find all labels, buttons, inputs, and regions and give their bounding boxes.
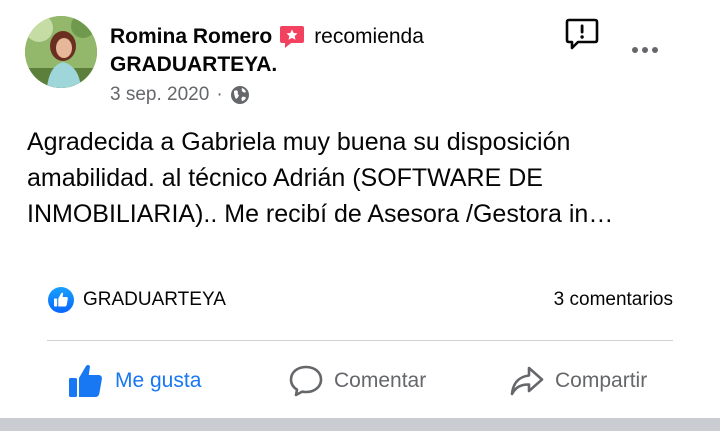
like-badge-icon xyxy=(47,286,75,314)
report-icon xyxy=(565,18,599,50)
recommends-label: recomienda xyxy=(314,25,424,48)
avatar-image xyxy=(25,16,97,88)
share-icon xyxy=(510,366,544,396)
post-body-text: Agradecida a Gabriela muy buena su dispo… xyxy=(27,128,614,228)
divider xyxy=(47,340,673,341)
reactions-liked-by: GRADUARTEYA xyxy=(83,289,226,310)
author-name[interactable]: Romina Romero xyxy=(110,25,272,49)
share-button[interactable]: Compartir xyxy=(509,360,647,402)
meta-separator: · xyxy=(216,84,223,105)
comment-label: Comentar xyxy=(334,369,427,392)
recommend-icon xyxy=(279,24,305,50)
post-date[interactable]: 3 sep. 2020 xyxy=(110,84,209,106)
share-label: Compartir xyxy=(555,369,648,392)
more-options-button[interactable] xyxy=(628,40,662,60)
reactions-summary[interactable]: GRADUARTEYA xyxy=(47,286,226,314)
avatar[interactable] xyxy=(25,16,97,88)
like-label: Me gusta xyxy=(115,369,202,392)
comment-button[interactable]: Comentar xyxy=(288,360,426,402)
feed-separator xyxy=(0,418,720,431)
more-icon xyxy=(632,47,658,53)
comments-count[interactable]: 3 comentarios xyxy=(554,289,673,311)
thumbs-up-icon xyxy=(69,364,102,397)
post-meta: 3 sep. 2020 · xyxy=(110,84,250,106)
page-name[interactable]: GRADUARTEYA. xyxy=(110,53,277,77)
review-post: Romina Romero recomienda GRADUARTEYA. 3 … xyxy=(0,0,720,418)
report-button[interactable] xyxy=(564,17,600,51)
comment-icon xyxy=(289,365,323,397)
like-button[interactable]: Me gusta xyxy=(67,360,201,402)
globe-icon xyxy=(230,85,250,105)
post-header-line: Romina Romero recomienda xyxy=(110,24,424,50)
